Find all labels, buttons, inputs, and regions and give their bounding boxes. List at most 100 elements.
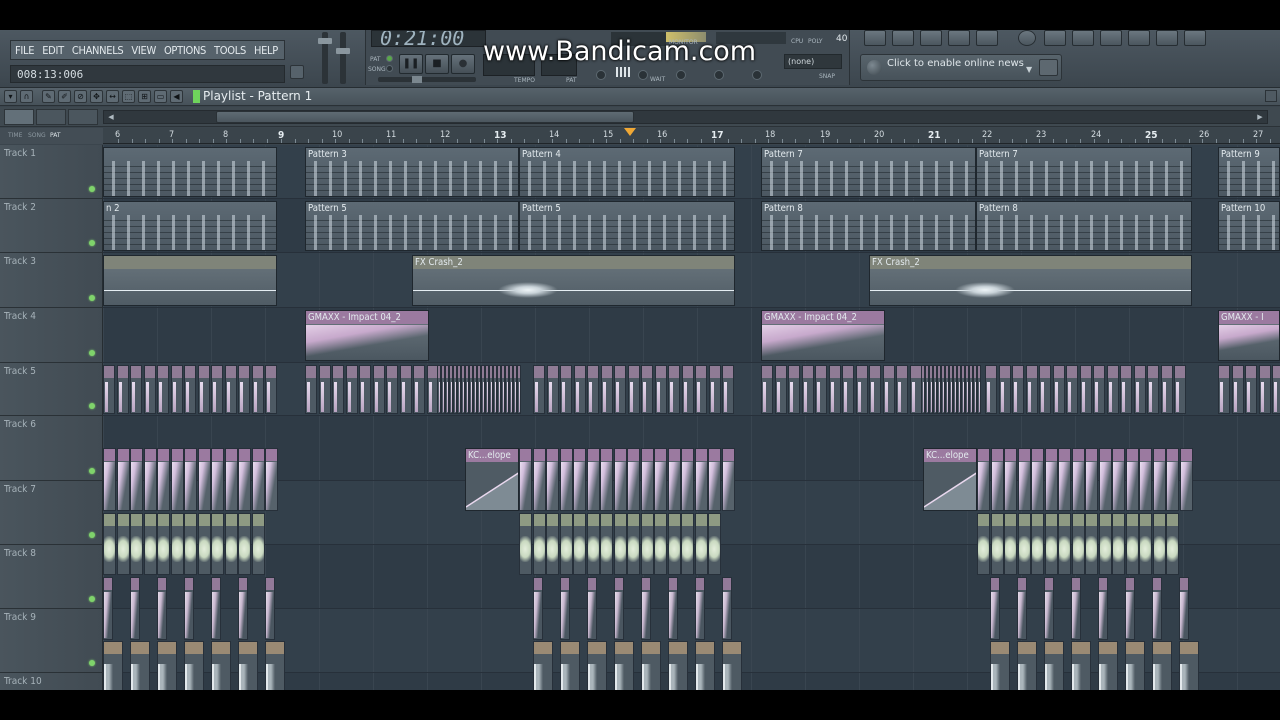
hat-clip[interactable] — [211, 365, 223, 414]
kick-clip[interactable] — [1058, 448, 1071, 511]
kick-clip[interactable] — [991, 448, 1004, 511]
master-pitch-handle[interactable] — [336, 48, 350, 54]
ruler-tab-time[interactable]: TIME — [8, 132, 22, 139]
audio-picker-tab[interactable] — [36, 109, 66, 125]
track-active-led[interactable] — [89, 186, 95, 192]
link-icon[interactable] — [1128, 30, 1150, 46]
track-active-led[interactable] — [89, 532, 95, 538]
snare-clip[interactable] — [641, 577, 651, 640]
kick-clip[interactable] — [1139, 448, 1152, 511]
vocal-clip[interactable] — [533, 513, 546, 575]
vocal-clip[interactable] — [1126, 513, 1139, 575]
kick-clip[interactable] — [722, 448, 735, 511]
master-pitch-slider[interactable] — [336, 32, 350, 84]
vocal-clip[interactable] — [184, 513, 197, 575]
snare-clip[interactable] — [1179, 577, 1189, 640]
track-active-led[interactable] — [89, 350, 95, 356]
song-position-handle[interactable] — [412, 76, 422, 83]
pattern-clip[interactable]: Pattern 7 — [761, 147, 976, 197]
pause-button[interactable]: ❚❚ — [399, 54, 423, 74]
audio-clip[interactable]: FX Crash_2 — [869, 255, 1192, 306]
chevron-down-icon[interactable]: ▼ — [1026, 65, 1032, 74]
hat-clip[interactable] — [332, 365, 344, 414]
pattern-clip[interactable]: Pattern 8 — [976, 201, 1192, 251]
hat-clip[interactable] — [574, 365, 586, 414]
snare-clip[interactable] — [1071, 577, 1081, 640]
master-volume-slider[interactable] — [318, 32, 332, 84]
hat-clip[interactable] — [722, 365, 734, 414]
vocal-clip[interactable] — [695, 513, 708, 575]
snare-clip[interactable] — [695, 577, 705, 640]
hat-clip[interactable] — [641, 365, 653, 414]
hat-clip[interactable] — [319, 365, 331, 414]
kick-clip[interactable] — [1180, 448, 1193, 511]
hat-clip[interactable] — [1232, 365, 1244, 414]
snare-clip[interactable] — [560, 577, 570, 640]
hat-clip[interactable] — [265, 365, 277, 414]
kick-clip[interactable] — [573, 448, 586, 511]
vocal-clip[interactable] — [1166, 513, 1179, 575]
kick-clip[interactable] — [252, 448, 265, 511]
hat-clip[interactable] — [1147, 365, 1159, 414]
track-active-led[interactable] — [89, 468, 95, 474]
hat-clip[interactable] — [157, 365, 169, 414]
vocal-clip[interactable] — [1112, 513, 1125, 575]
kick-clip[interactable] — [519, 448, 532, 511]
kick-clip[interactable] — [614, 448, 627, 511]
clap-clip[interactable] — [103, 641, 123, 690]
hat-clip[interactable] — [103, 365, 115, 414]
select-tool-icon[interactable]: ⬚ — [122, 90, 135, 103]
vocal-clip[interactable] — [1153, 513, 1166, 575]
kick-clip[interactable] — [600, 448, 613, 511]
kick-clip[interactable] — [265, 448, 278, 511]
clap-clip[interactable] — [238, 641, 258, 690]
hat-clip[interactable] — [184, 365, 196, 414]
hat-clip[interactable] — [413, 365, 425, 414]
track-header-7[interactable]: Track 7 — [0, 481, 103, 545]
track-active-led[interactable] — [89, 596, 95, 602]
kick-clip[interactable] — [103, 448, 116, 511]
automation-clip[interactable]: KC...elope — [465, 448, 519, 511]
menu-options[interactable]: OPTIONS — [160, 41, 210, 59]
kick-clip[interactable] — [1031, 448, 1044, 511]
clap-clip[interactable] — [560, 641, 580, 690]
kick-clip[interactable] — [977, 448, 990, 511]
kick-clip[interactable] — [157, 448, 170, 511]
snare-clip[interactable] — [103, 577, 113, 640]
kick-clip[interactable] — [130, 448, 143, 511]
hat-clip[interactable] — [1272, 365, 1280, 414]
kick-clip[interactable] — [560, 448, 573, 511]
playlist-menu-arrow-icon[interactable]: ▾ — [4, 90, 17, 103]
hat-clip[interactable] — [305, 365, 317, 414]
automation-picker-tab[interactable] — [68, 109, 98, 125]
track-lane-4[interactable] — [103, 308, 1280, 363]
hat-clip[interactable] — [1259, 365, 1271, 414]
pattern-clip[interactable]: Pattern 9 — [1218, 147, 1280, 197]
pattern-picker-tab[interactable] — [4, 109, 34, 125]
piano-roll-icon[interactable] — [1100, 30, 1122, 46]
audio-clip[interactable] — [103, 255, 277, 306]
hat-clip[interactable] — [587, 365, 599, 414]
hat-clip[interactable] — [601, 365, 613, 414]
kick-clip[interactable] — [641, 448, 654, 511]
song-position-slider[interactable] — [378, 76, 476, 83]
hat-clip[interactable] — [977, 365, 981, 414]
clap-clip[interactable] — [1179, 641, 1199, 690]
track-header-5[interactable]: Track 5 — [0, 363, 103, 416]
kick-clip[interactable] — [533, 448, 546, 511]
clap-clip[interactable] — [1098, 641, 1118, 690]
kick-clip[interactable] — [1085, 448, 1098, 511]
clap-clip[interactable] — [1125, 641, 1145, 690]
kick-clip[interactable] — [117, 448, 130, 511]
vocal-clip[interactable] — [1031, 513, 1044, 575]
vocal-clip[interactable] — [546, 513, 559, 575]
vocal-clip[interactable] — [600, 513, 613, 575]
horizontal-scrollbar[interactable]: ◀ ▶ — [103, 110, 1268, 124]
clap-clip[interactable] — [587, 641, 607, 690]
snare-clip[interactable] — [668, 577, 678, 640]
pencil-tool-icon[interactable]: ✎ — [42, 90, 55, 103]
track-header-10[interactable]: Track 10 — [0, 673, 103, 690]
clap-clip[interactable] — [1044, 641, 1064, 690]
kick-clip[interactable] — [1112, 448, 1125, 511]
wait-toggle[interactable] — [638, 70, 648, 80]
